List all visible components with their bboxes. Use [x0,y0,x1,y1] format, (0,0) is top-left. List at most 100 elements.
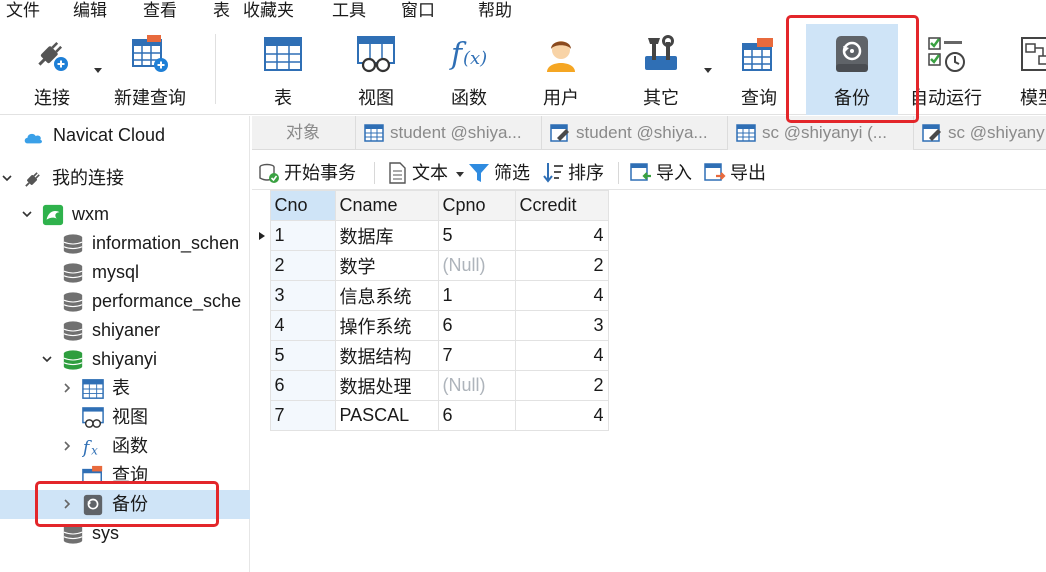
row-marker[interactable] [252,250,271,281]
nav-item-database[interactable]: shiyaner [0,316,250,345]
user-button[interactable]: 用户 [516,24,606,115]
chevron-down-icon[interactable] [2,173,12,183]
query-button[interactable]: 查询 [714,24,804,115]
table-row[interactable]: 1 数据库 5 4 [252,220,609,251]
cell-cpno[interactable]: 7 [437,340,516,371]
cell-cno[interactable]: 2 [269,250,336,281]
menu-favorites[interactable]: 收藏夹 [243,0,294,24]
cell-ccredit[interactable]: 4 [514,280,609,311]
column-header-cpno[interactable]: Cpno [437,190,516,221]
cell-cno[interactable]: 1 [269,220,336,251]
table-row[interactable]: 6 数据处理 (Null) 2 [252,370,609,401]
chevron-right-icon[interactable] [62,441,72,451]
nav-item-backups[interactable]: 备份 [0,490,250,519]
others-dropdown-arrow[interactable] [704,68,712,73]
cell-cname[interactable]: 操作系统 [334,310,439,341]
column-header-ccredit[interactable]: Ccredit [514,190,609,221]
sort-label: 排序 [568,163,604,183]
menu-table[interactable]: 表 [213,0,230,24]
cell-cname[interactable]: 数据结构 [334,340,439,371]
cell-cpno[interactable]: (Null) [437,250,516,281]
tab-objects[interactable]: 对象 [252,116,356,150]
cell-ccredit[interactable]: 2 [514,370,609,401]
cell-cno[interactable]: 3 [269,280,336,311]
backup-button[interactable]: 备份 [806,24,898,115]
svg-text:x: x [91,443,98,457]
cell-cno[interactable]: 4 [269,310,336,341]
row-marker[interactable] [252,400,271,431]
menu-help[interactable]: 帮助 [478,0,512,24]
table-button[interactable]: 表 [238,24,328,115]
new-query-button[interactable]: 新建查询 [104,24,196,115]
chevron-right-icon[interactable] [62,499,72,509]
cell-cname[interactable]: PASCAL [334,400,439,431]
view-button[interactable]: 视图 [330,24,422,115]
model-button[interactable]: 模型 [1000,24,1046,115]
menu-view[interactable]: 查看 [143,0,177,24]
menu-window[interactable]: 窗口 [401,0,435,24]
cell-cpno[interactable]: 6 [437,400,516,431]
row-marker[interactable] [252,340,271,371]
cell-cno[interactable]: 5 [269,340,336,371]
nav-item-database[interactable]: sys [0,519,250,548]
export-icon [704,163,726,181]
chevron-right-icon[interactable] [62,383,72,393]
chevron-down-icon[interactable] [42,354,52,364]
nav-item-database[interactable]: mysql [0,258,250,287]
cell-ccredit[interactable]: 4 [514,400,609,431]
cell-cpno[interactable]: 5 [437,220,516,251]
tab-student-data[interactable]: student @shiya... [356,116,542,150]
nav-item-queries[interactable]: 查询 [0,461,250,484]
nav-item-wxm[interactable]: wxm [0,200,250,229]
nav-item-tables[interactable]: 表 [0,374,250,403]
table-row[interactable]: 7 PASCAL 6 4 [252,400,609,431]
text-dropdown-arrow[interactable] [456,172,464,177]
table-row[interactable]: 5 数据结构 7 4 [252,340,609,371]
cell-cname[interactable]: 数据处理 [334,370,439,401]
nav-item-views[interactable]: 视图 [0,403,250,432]
nav-my-connections-label: 我的连接 [52,168,124,188]
nav-database-label: shiyaner [92,320,161,340]
nav-item-database-open[interactable]: shiyanyi [0,345,250,374]
grid-header-row: Cno Cname Cpno Ccredit [252,190,609,221]
cell-cpno[interactable]: 1 [437,280,516,311]
nav-item-database[interactable]: performance_sche [0,287,250,316]
menu-tools[interactable]: 工具 [332,0,366,24]
column-header-cname[interactable]: Cname [334,190,439,221]
menu-file[interactable]: 文件 [6,0,40,24]
menu-edit[interactable]: 编辑 [73,0,107,24]
cell-cpno[interactable]: (Null) [437,370,516,401]
cell-cname[interactable]: 数学 [334,250,439,281]
connect-button[interactable]: 连接 [10,24,94,115]
chevron-down-icon[interactable] [22,209,32,219]
cell-cpno[interactable]: 6 [437,310,516,341]
tab-sc-data[interactable]: sc @shiyanyi (... [728,116,914,150]
row-marker[interactable] [252,220,271,251]
cell-ccredit[interactable]: 4 [514,220,609,251]
cell-ccredit[interactable]: 3 [514,310,609,341]
row-marker[interactable] [252,310,271,341]
table-row[interactable]: 3 信息系统 1 4 [252,280,609,311]
connect-dropdown-arrow[interactable] [94,68,102,73]
function-button[interactable]: f (x) 函数 [424,24,514,115]
cell-cname[interactable]: 数据库 [334,220,439,251]
database-icon [63,321,83,341]
nav-item-my-connections[interactable]: 我的连接 [0,164,250,193]
row-marker[interactable] [252,370,271,401]
cell-ccredit[interactable]: 4 [514,340,609,371]
table-row[interactable]: 2 数学 (Null) 2 [252,250,609,281]
tab-student-design[interactable]: student @shiya... [542,116,728,150]
table-row[interactable]: 4 操作系统 6 3 [252,310,609,341]
column-header-cno[interactable]: Cno [269,190,336,221]
nav-item-functions[interactable]: f x 函数 [0,432,250,461]
row-marker[interactable] [252,280,271,311]
nav-item-navicat-cloud[interactable]: Navicat Cloud [0,121,250,150]
nav-item-database[interactable]: information_schen [0,229,250,258]
cell-cno[interactable]: 7 [269,400,336,431]
cell-ccredit[interactable]: 2 [514,250,609,281]
others-button[interactable]: 其它 [616,24,706,115]
cell-cno[interactable]: 6 [269,370,336,401]
schedule-button[interactable]: 自动运行 [900,24,992,115]
tab-sc-design[interactable]: sc @shiyany [914,116,1046,150]
cell-cname[interactable]: 信息系统 [334,280,439,311]
